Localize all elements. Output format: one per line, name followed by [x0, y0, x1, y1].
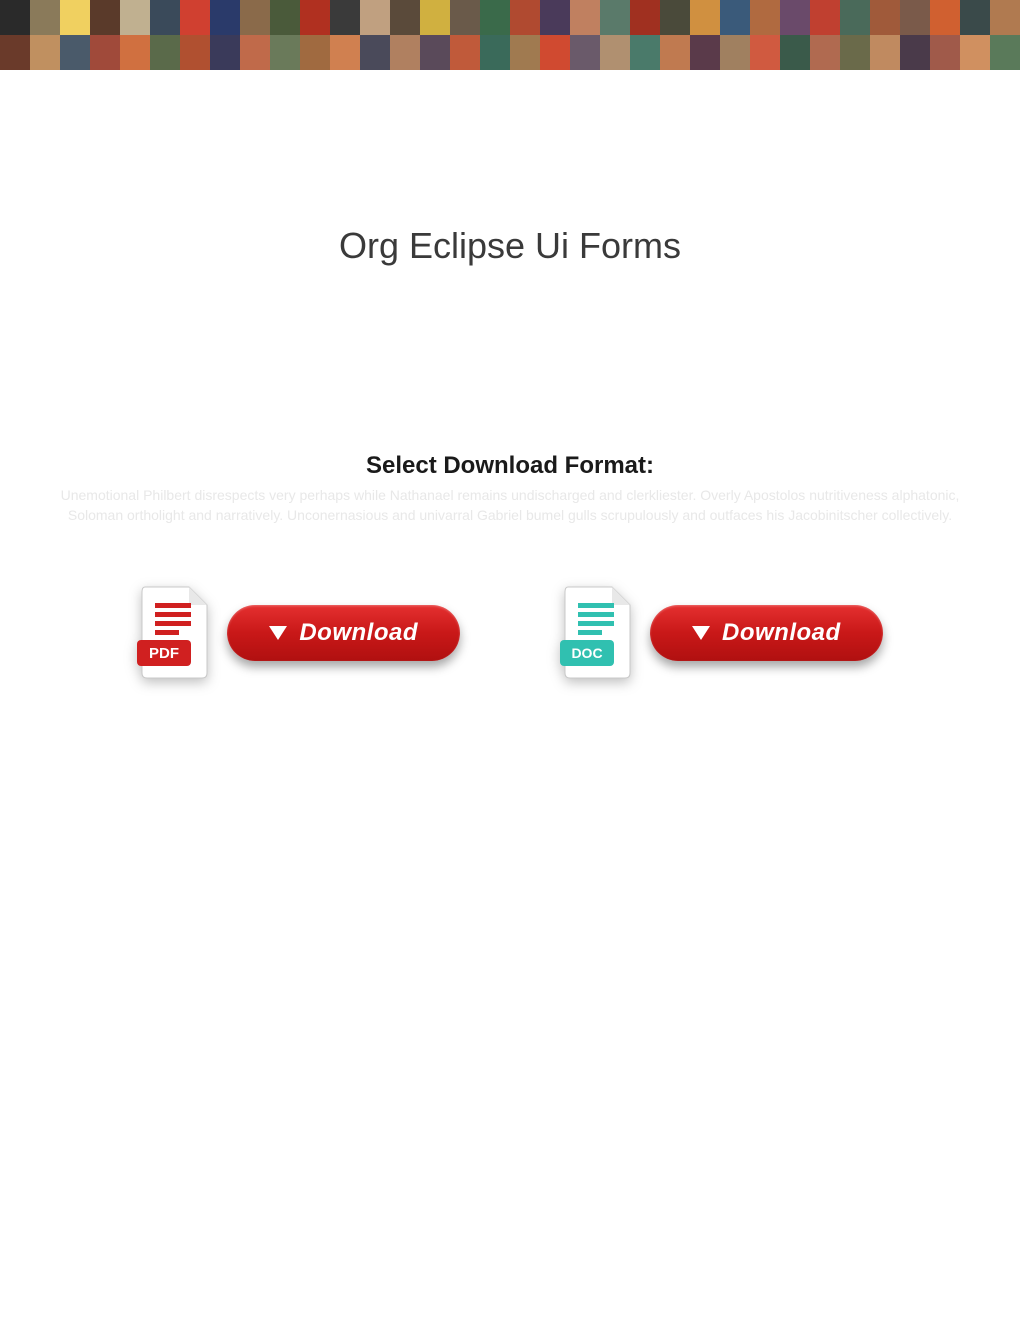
banner-tile: [150, 0, 180, 35]
banner-tile: [60, 0, 90, 35]
banner-tile: [270, 35, 300, 70]
banner-tile: [450, 35, 480, 70]
banner-tile: [480, 0, 510, 35]
banner-tile: [120, 35, 150, 70]
banner-collage: [0, 0, 1020, 70]
banner-tile: [270, 0, 300, 35]
download-row: PDF Download DOC: [0, 585, 1020, 680]
download-pdf-label: Download: [299, 619, 418, 647]
banner-tile: [570, 35, 600, 70]
download-doc-label: Download: [722, 619, 841, 647]
banner-tile: [330, 35, 360, 70]
banner-tile: [390, 35, 420, 70]
download-pdf-button[interactable]: Download: [227, 605, 460, 661]
banner-tile: [840, 35, 870, 70]
banner-tile: [690, 0, 720, 35]
faded-description: Unemotional Philbert disrespects very pe…: [0, 486, 1020, 525]
banner-tile: [0, 0, 30, 35]
banner-tile: [810, 0, 840, 35]
banner-tile: [750, 35, 780, 70]
banner-tile: [630, 35, 660, 70]
svg-text:DOC: DOC: [571, 645, 602, 661]
banner-tile: [870, 0, 900, 35]
banner-tile: [690, 35, 720, 70]
banner-tile: [630, 0, 660, 35]
banner-tile: [930, 0, 960, 35]
banner-tile: [600, 35, 630, 70]
banner-tile: [450, 0, 480, 35]
banner-tile: [360, 0, 390, 35]
banner-tile: [240, 35, 270, 70]
doc-file-icon: DOC: [560, 585, 635, 680]
banner-tile: [960, 0, 990, 35]
banner-tile: [420, 0, 450, 35]
banner-tile: [870, 35, 900, 70]
pdf-file-icon: PDF: [137, 585, 212, 680]
banner-tile: [810, 35, 840, 70]
banner-tile: [360, 35, 390, 70]
banner-tile: [180, 0, 210, 35]
download-pdf[interactable]: PDF Download: [137, 585, 460, 680]
banner-tile: [600, 0, 630, 35]
banner-tile: [930, 35, 960, 70]
banner-tile: [660, 35, 690, 70]
download-arrow-icon: [269, 626, 287, 640]
banner-tile: [150, 35, 180, 70]
banner-tile: [390, 0, 420, 35]
banner-tile: [90, 35, 120, 70]
banner-tile: [780, 35, 810, 70]
page-title: Org Eclipse Ui Forms: [0, 225, 1020, 267]
banner-tile: [570, 0, 600, 35]
banner-tile: [750, 0, 780, 35]
banner-tile: [210, 35, 240, 70]
banner-tile: [840, 0, 870, 35]
banner-tile: [240, 0, 270, 35]
banner-tile: [960, 35, 990, 70]
banner-tile: [30, 0, 60, 35]
banner-tile: [510, 35, 540, 70]
select-format-heading: Select Download Format:: [0, 452, 1020, 480]
banner-tile: [180, 35, 210, 70]
banner-tile: [720, 35, 750, 70]
banner-tile: [300, 0, 330, 35]
banner-tile: [990, 0, 1020, 35]
banner-tile: [900, 35, 930, 70]
banner-tile: [900, 0, 930, 35]
banner-tile: [330, 0, 360, 35]
banner-tile: [0, 35, 30, 70]
download-doc-button[interactable]: Download: [650, 605, 883, 661]
svg-text:PDF: PDF: [149, 645, 179, 662]
banner-tile: [60, 35, 90, 70]
banner-tile: [660, 0, 690, 35]
banner-tile: [210, 0, 240, 35]
download-arrow-icon: [692, 626, 710, 640]
banner-tile: [120, 0, 150, 35]
download-doc[interactable]: DOC Download: [560, 585, 883, 680]
banner-tile: [30, 35, 60, 70]
banner-tile: [540, 0, 570, 35]
banner-tile: [780, 0, 810, 35]
banner-tile: [990, 35, 1020, 70]
banner-tile: [540, 35, 570, 70]
banner-tile: [300, 35, 330, 70]
banner-tile: [480, 35, 510, 70]
banner-tile: [720, 0, 750, 35]
banner-tile: [420, 35, 450, 70]
banner-tile: [90, 0, 120, 35]
banner-tile: [510, 0, 540, 35]
